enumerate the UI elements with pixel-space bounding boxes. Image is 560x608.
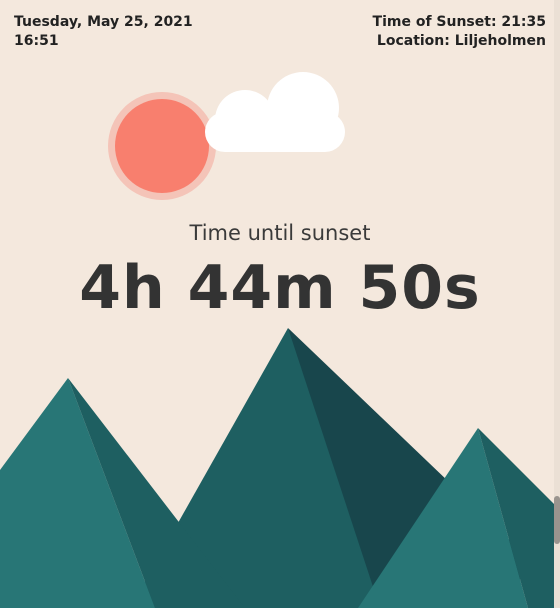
mountains xyxy=(0,328,560,608)
cloud-icon xyxy=(205,72,345,152)
countdown-subtitle: Time until sunset xyxy=(189,221,371,245)
countdown-timer: 4h 44m 50s xyxy=(79,253,481,323)
sun-icon xyxy=(108,92,216,200)
scrollbar-thumb[interactable] xyxy=(554,496,560,544)
